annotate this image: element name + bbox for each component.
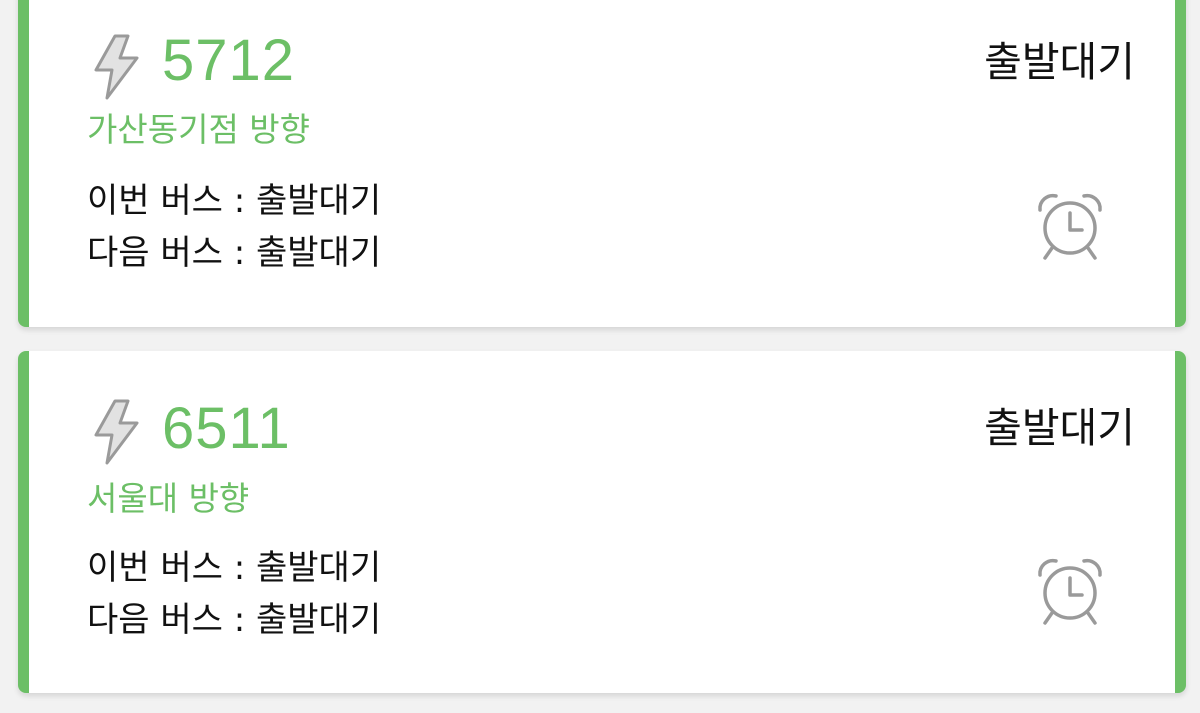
route-direction: 서울대 방향 [87, 479, 250, 518]
this-bus-status: 이번 버스 : 출발대기 [87, 548, 382, 588]
bus-route-card[interactable]: 6511 서울대 방향 이번 버스 : 출발대기 다음 버스 : 출발대기 출발… [18, 351, 1186, 693]
next-bus-status: 다음 버스 : 출발대기 [87, 233, 382, 273]
route-number: 5712 [162, 28, 296, 93]
bus-route-card[interactable]: 5712 가산동기점 방향 이번 버스 : 출발대기 다음 버스 : 출발대기 … [18, 0, 1186, 327]
alarm-clock-icon[interactable] [1037, 557, 1103, 627]
this-bus-status: 이번 버스 : 출발대기 [87, 181, 382, 221]
bus-arrival-list: 5712 가산동기점 방향 이번 버스 : 출발대기 다음 버스 : 출발대기 … [0, 0, 1200, 713]
next-bus-status: 다음 버스 : 출발대기 [87, 600, 382, 640]
route-status: 출발대기 [984, 38, 1135, 86]
lightning-bolt-icon [91, 399, 141, 465]
route-number: 6511 [162, 396, 291, 461]
lightning-bolt-icon [91, 34, 141, 100]
route-status: 출발대기 [984, 404, 1135, 452]
alarm-clock-icon[interactable] [1037, 192, 1103, 262]
route-direction: 가산동기점 방향 [87, 110, 311, 149]
